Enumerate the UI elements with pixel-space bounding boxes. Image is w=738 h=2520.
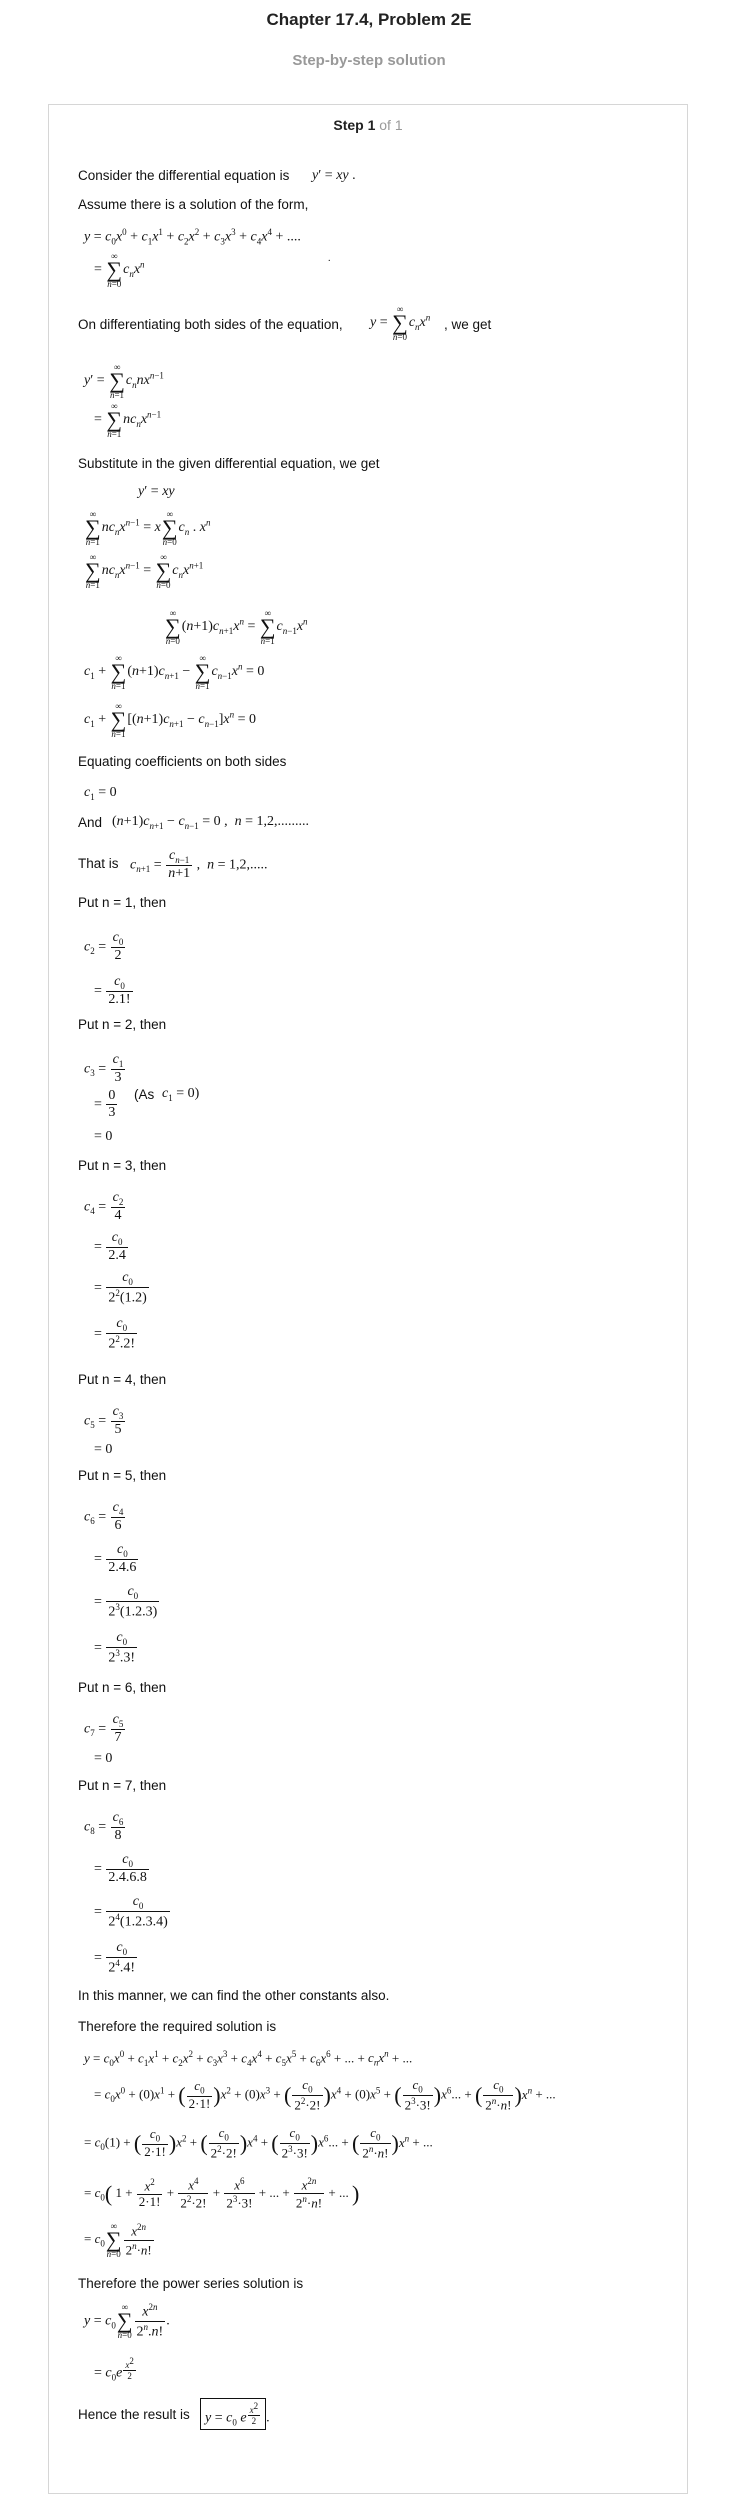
- math-eq: c1 + ∞ ∑ n=1 (n+1)cn+1 − ∞ ∑ n=1 cn−1xn = 0: [84, 653, 265, 691]
- math-eq: y = c0x0 + c1x1 + c2x2 + c3x3 + c4x4 + c…: [84, 2049, 413, 2068]
- math-eq: y′ = xy: [138, 484, 175, 499]
- text-line: And: [78, 815, 103, 830]
- step-label: Step 1: [333, 117, 376, 133]
- math-eq: y = ∞ ∑ n=0 cnxn: [370, 304, 431, 342]
- text-line: (As: [134, 1087, 155, 1102]
- math-eq: y′ = xy .: [312, 168, 356, 183]
- math-eq: y = c0 ∞ ∑ n=0 x2n 2n.n!.: [84, 2302, 170, 2341]
- step-header: Step 1 of 1: [49, 117, 687, 133]
- math-eq: = c0 ∞ ∑ n=0 x2n 2n·n!: [84, 2221, 154, 2259]
- math-eq: c5 = c3 5: [84, 1404, 126, 1438]
- math-eq: (n+1)cn+1 − cn−1 = 0 , n = 1,2,.........: [112, 814, 310, 831]
- math-eq: y = c0x0 + c1x1 + c2x2 + c3x3 + c4x4 + .…: [84, 227, 301, 247]
- math-eq: = 0: [94, 1751, 113, 1766]
- text-line: That is: [78, 856, 119, 871]
- page-subtitle: Step-by-step solution: [292, 52, 446, 69]
- text-line: Put n = 6, then: [78, 1680, 167, 1695]
- text-line: On differentiating both sides of the equ…: [78, 317, 343, 332]
- step-count: of 1: [379, 117, 403, 133]
- math-eq: ∞ ∑ n=1 ncnxn−1 = ∞ ∑ n=0 cnxn+1: [85, 552, 204, 590]
- text-line: Assume there is a solution of the form,: [78, 197, 309, 212]
- math-eq: c1 = 0): [162, 1086, 200, 1103]
- text-line: Put n = 1, then: [78, 895, 167, 910]
- math-eq: ∞ ∑ n=0 (n+1)cn+1xn = ∞ ∑ n=1 cn−1xn: [165, 608, 308, 646]
- math-eq: y′ = ∞ ∑ n=1 cnnxn−1: [84, 362, 164, 400]
- math-eq: c4 = c2 4: [84, 1190, 126, 1224]
- math-eq: = c0 22.2!: [94, 1316, 138, 1352]
- math-eq: = c0 23.3!: [94, 1630, 138, 1666]
- text-line: Put n = 4, then: [78, 1372, 167, 1387]
- text-line: Hence the result is: [78, 2407, 190, 2422]
- math-eq: ∞ ∑ n=1 ncnxn−1 = x ∞ ∑ n=0 cn . xn: [85, 509, 211, 547]
- math-eq: = c0 2.4: [94, 1230, 128, 1264]
- math-eq: c1 + ∞ ∑ n=1 [(n+1)cn+1 − cn−1]xn = 0: [84, 701, 256, 739]
- math-eq: = c0( 1 + x2 2·1! + x4 22·2! + x6 23·3! + .…: [84, 2176, 360, 2211]
- math-eq: = ∞ ∑ n=0 cnxn: [94, 251, 145, 289]
- text-line: Therefore the required solution is: [78, 2019, 277, 2034]
- math-eq: c2 = c0 2: [84, 930, 126, 964]
- page-title: Chapter 17.4, Problem 2E: [266, 10, 472, 29]
- math-eq: = c0 22(1.2): [94, 1270, 149, 1306]
- math-eq: = c0 2.1!: [94, 974, 133, 1008]
- text-line: In this manner, we can find the other co…: [78, 1988, 390, 2003]
- math-eq: = c0(1) + (c0 2·1!)x2 + (c0 22·2!)x4 + (c0…: [84, 2125, 433, 2161]
- math-dot: .: [328, 253, 331, 264]
- math-eq: = c0 24(1.2.3.4): [94, 1894, 170, 1930]
- text-line: Equating coefficients on both sides: [78, 754, 287, 769]
- text-line: , we get: [444, 317, 492, 332]
- math-eq: = c0e x2 2: [94, 2356, 136, 2383]
- text-line: Substitute in the given differential equ…: [78, 456, 380, 471]
- math-eq: c6 = c4 6: [84, 1500, 126, 1534]
- math-eq: = c0x0 + (0)x1 + (c0 2·1!)x2 + (0)x3 + (c…: [94, 2077, 556, 2113]
- math-eq: = c0 2.4.6.8: [94, 1852, 149, 1886]
- text-line: Put n = 7, then: [78, 1778, 167, 1793]
- math-eq: = c0 23(1.2.3): [94, 1584, 160, 1620]
- final-answer: y = c0 e x2 2.: [200, 2398, 270, 2431]
- math-eq: = c0 2.4.6: [94, 1542, 139, 1576]
- text-line: Put n = 5, then: [78, 1468, 167, 1483]
- math-eq: = 03: [94, 1088, 118, 1121]
- math-eq: c7 = c5 7: [84, 1712, 126, 1746]
- math-eq: cn+1 = cn−1 n+1 , n = 1,2,.....: [130, 848, 268, 882]
- math-eq: = 0: [94, 1129, 113, 1144]
- math-eq: = ∞ ∑ n=1 ncnxn−1: [94, 401, 162, 439]
- math-eq: = 0: [94, 1442, 113, 1457]
- text-line: Therefore the power series solution is: [78, 2276, 304, 2291]
- math-eq: c1 = 0: [84, 785, 117, 802]
- math-eq: c3 = c1 3: [84, 1052, 126, 1086]
- math-eq: c8 = c6 8: [84, 1810, 126, 1844]
- math-eq: = c0 24.4!: [94, 1940, 138, 1976]
- text-line: Put n = 3, then: [78, 1158, 167, 1173]
- text-line: Put n = 2, then: [78, 1017, 167, 1032]
- text-line: Consider the differential equation is: [78, 168, 290, 183]
